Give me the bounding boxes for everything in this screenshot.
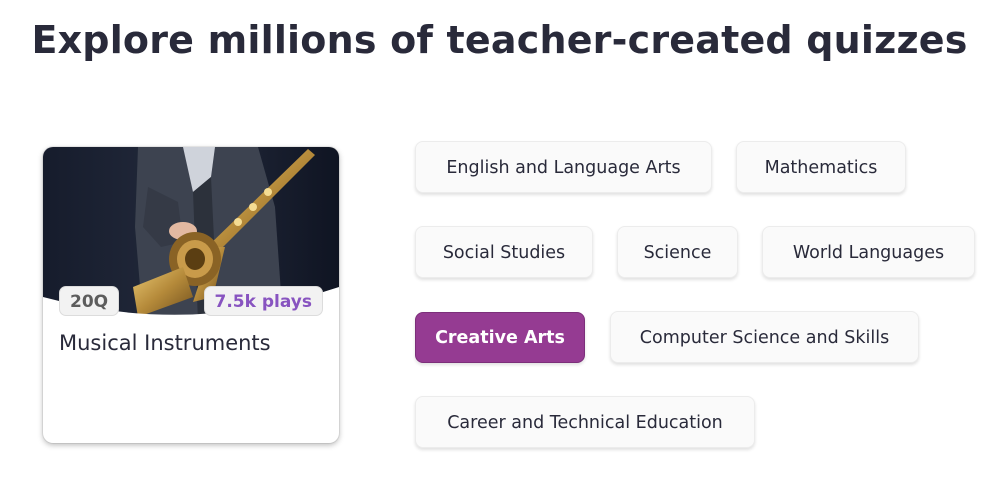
quiz-card-title[interactable]: Musical Instruments — [59, 331, 271, 355]
category-chip-english[interactable]: English and Language Arts — [415, 141, 712, 193]
page-title: Explore millions of teacher-created quiz… — [31, 18, 968, 62]
category-chip-mathematics[interactable]: Mathematics — [736, 141, 906, 193]
quiz-card[interactable]: 20Q 7.5k plays Musical Instruments — [43, 147, 339, 443]
question-count-badge: 20Q — [59, 286, 120, 316]
category-chip-computer-science[interactable]: Computer Science and Skills — [610, 311, 919, 363]
category-chip-social-studies[interactable]: Social Studies — [415, 226, 593, 278]
category-chip-science[interactable]: Science — [617, 226, 738, 278]
category-chip-creative-arts[interactable]: Creative Arts — [415, 312, 585, 363]
plays-count-badge: 7.5k plays — [203, 286, 323, 316]
category-chip-world-languages[interactable]: World Languages — [762, 226, 975, 278]
category-chip-career-technical[interactable]: Career and Technical Education — [415, 396, 755, 448]
